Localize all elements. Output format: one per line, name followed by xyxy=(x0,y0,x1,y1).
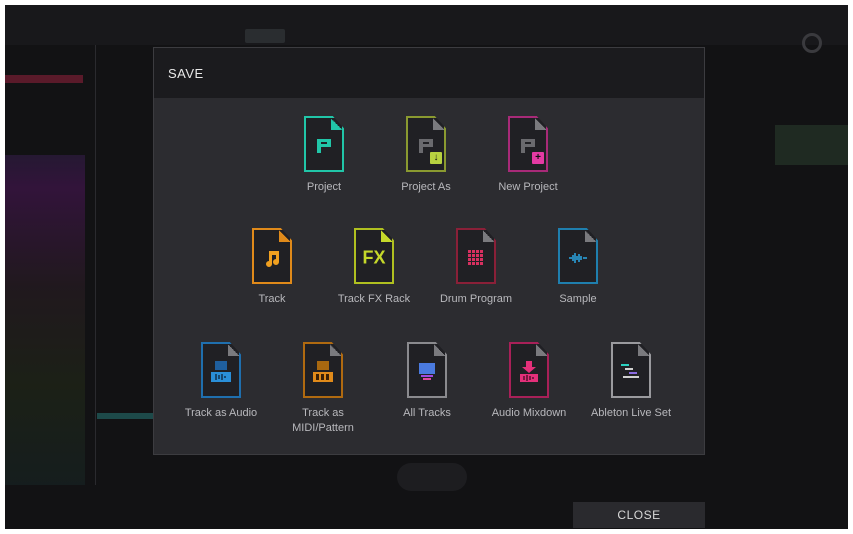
save-ableton-live-set-button[interactable]: Ableton Live Set xyxy=(581,342,681,421)
item-label: Sample xyxy=(559,293,597,305)
item-label: Track as Audio xyxy=(184,407,258,419)
file-icon xyxy=(456,228,496,284)
item-label: Ableton Live Set xyxy=(590,407,672,419)
save-track-fx-rack-button[interactable]: FX Track FX Rack xyxy=(324,228,424,307)
project-p-icon xyxy=(317,139,331,154)
file-icon xyxy=(407,342,447,398)
save-project-button[interactable]: Project xyxy=(274,116,374,195)
save-new-project-button[interactable]: + New Project xyxy=(478,116,578,195)
ableton-set-icon xyxy=(621,364,639,379)
file-icon: FX xyxy=(354,228,394,284)
download-badge-icon: ↓ xyxy=(430,152,442,164)
item-label: All Tracks xyxy=(403,407,451,419)
app-screen: SAVE Project ↓ Project As + New Project … xyxy=(5,5,848,529)
file-icon xyxy=(558,228,598,284)
file-icon xyxy=(201,342,241,398)
item-label: Track as MIDI/Pattern xyxy=(292,407,354,434)
save-track-as-audio-button[interactable]: Track as Audio xyxy=(171,342,271,421)
save-track-as-midi-pattern-button[interactable]: Track as MIDI/Pattern xyxy=(273,342,373,436)
save-project-as-button[interactable]: ↓ Project As xyxy=(376,116,476,195)
plus-badge-icon: + xyxy=(532,152,544,164)
dialog-title: SAVE xyxy=(168,66,204,81)
background-tab xyxy=(245,29,285,43)
file-icon xyxy=(611,342,651,398)
background-track-strip xyxy=(5,75,83,83)
item-label: Audio Mixdown xyxy=(491,407,567,419)
item-label: Track FX Rack xyxy=(337,293,411,305)
close-button[interactable]: CLOSE xyxy=(573,502,705,528)
waveform-icon xyxy=(569,253,587,264)
save-track-button[interactable]: Track xyxy=(222,228,322,307)
file-icon: ↓ xyxy=(406,116,446,172)
fx-icon: FX xyxy=(362,247,386,268)
item-label: Project As xyxy=(401,181,451,193)
background-top-bar xyxy=(5,5,848,45)
background-pill xyxy=(397,463,467,491)
file-icon xyxy=(303,342,343,398)
save-dialog: SAVE Project ↓ Project As + New Project … xyxy=(153,47,705,455)
background-track-list xyxy=(5,155,85,485)
background-divider xyxy=(95,45,96,485)
track-audio-icon xyxy=(211,361,231,383)
file-icon xyxy=(509,342,549,398)
dialog-header: SAVE xyxy=(154,48,704,98)
file-icon xyxy=(304,116,344,172)
all-tracks-icon xyxy=(419,363,435,381)
item-label: New Project xyxy=(498,181,558,193)
background-right-panel xyxy=(775,125,848,165)
item-label: Project xyxy=(306,181,342,193)
file-icon xyxy=(252,228,292,284)
file-icon: + xyxy=(508,116,548,172)
save-drum-program-button[interactable]: Drum Program xyxy=(426,228,526,307)
item-label: Drum Program xyxy=(439,293,513,305)
music-note-icon xyxy=(266,251,279,268)
drum-pad-grid-icon xyxy=(468,250,483,266)
background-clip xyxy=(97,413,157,419)
audio-mixdown-icon xyxy=(520,361,538,383)
track-midi-icon xyxy=(313,361,333,383)
item-label: Track xyxy=(258,293,286,305)
save-audio-mixdown-button[interactable]: Audio Mixdown xyxy=(479,342,579,421)
save-sample-button[interactable]: Sample xyxy=(528,228,628,307)
save-all-tracks-button[interactable]: All Tracks xyxy=(377,342,477,421)
gear-icon xyxy=(802,33,822,53)
